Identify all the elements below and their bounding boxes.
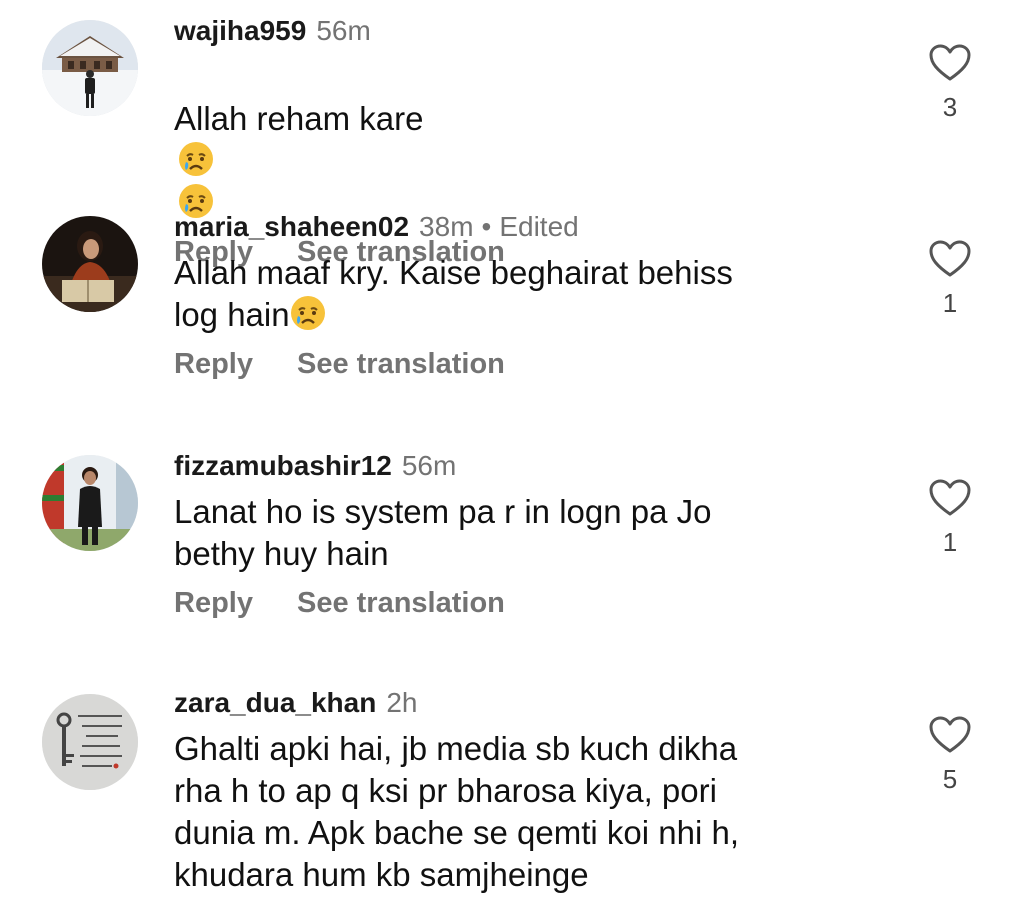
comment-time: 56m bbox=[316, 15, 371, 46]
like-group: 1 bbox=[920, 240, 980, 318]
comment-item: wajiha959 56m Allah reham kare Reply See… bbox=[0, 0, 1024, 268]
comment-item: fizzamubashir12 56m Lanat ho is system pa… bbox=[0, 435, 1024, 665]
like-group: 1 bbox=[920, 479, 980, 557]
reply-button[interactable]: Reply bbox=[174, 346, 253, 382]
heart-outline-icon[interactable] bbox=[929, 716, 971, 754]
like-count: 1 bbox=[942, 288, 958, 318]
comment-text: Lanat ho is system pa r in logn pa Jo be… bbox=[174, 493, 712, 572]
heart-outline-icon[interactable] bbox=[929, 479, 971, 517]
reply-button[interactable]: Reply bbox=[174, 585, 253, 621]
avatar[interactable] bbox=[42, 455, 138, 551]
avatar[interactable] bbox=[42, 216, 138, 312]
heart-outline-icon[interactable] bbox=[929, 240, 971, 278]
crying-face-emoji-icon bbox=[179, 142, 213, 176]
like-group: 3 bbox=[920, 44, 980, 122]
comment-text: Ghalti apki hai, jb media sb kuch dikha … bbox=[174, 730, 739, 893]
crying-face-emoji-icon bbox=[290, 296, 325, 330]
comment-username[interactable]: zara_dua_khan bbox=[174, 687, 376, 718]
comment-text: Allah reham kare bbox=[174, 100, 424, 137]
comment-text-row: Allah maaf kry. Kaise beghairat behiss l… bbox=[174, 252, 874, 336]
see-translation-button[interactable]: See translation bbox=[297, 346, 505, 382]
comment-username[interactable]: wajiha959 bbox=[174, 15, 306, 46]
reading-person-avatar-icon bbox=[42, 216, 138, 312]
comment-username[interactable]: fizzamubashir12 bbox=[174, 450, 392, 481]
man-standing-avatar-icon bbox=[42, 455, 138, 551]
comment-time: 56m bbox=[401, 450, 457, 481]
comment-time: 38m bbox=[419, 211, 474, 242]
like-count: 5 bbox=[942, 764, 958, 794]
like-count: 1 bbox=[942, 527, 958, 557]
key-poetry-avatar-icon bbox=[42, 694, 138, 790]
heart-outline-icon[interactable] bbox=[929, 44, 971, 82]
separator-dot: • bbox=[481, 211, 492, 242]
avatar[interactable] bbox=[42, 20, 138, 116]
comment-item: zara_dua_khan 2h Ghalti apki hai, jb medi… bbox=[0, 672, 1024, 911]
comment-item: maria_shaheen02 38m • Edited Allah maaf kry… bbox=[0, 196, 1024, 426]
avatar[interactable] bbox=[42, 694, 138, 790]
snow-scene-avatar-icon bbox=[42, 20, 138, 116]
like-group: 5 bbox=[920, 716, 980, 794]
comment-username[interactable]: maria_shaheen02 bbox=[174, 211, 409, 242]
comment-time: 2h bbox=[386, 687, 418, 718]
comment-text: Allah maaf kry. Kaise beghairat behiss l… bbox=[174, 254, 733, 333]
like-count: 3 bbox=[942, 92, 958, 122]
see-translation-button[interactable]: See translation bbox=[297, 585, 505, 621]
edited-label: Edited bbox=[499, 211, 579, 242]
